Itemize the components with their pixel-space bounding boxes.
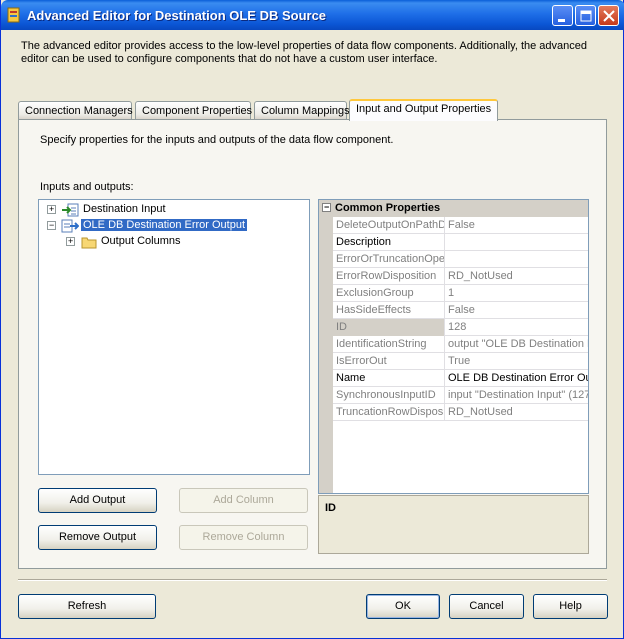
tree-item-destination-input[interactable]: + Destination Input — [39, 202, 309, 218]
property-row[interactable]: DeleteOutputOnPathDetached False — [319, 217, 588, 234]
tab-panel: Specify properties for the inputs and ou… — [18, 119, 607, 569]
expand-icon[interactable]: + — [47, 205, 56, 214]
property-value[interactable] — [446, 234, 588, 251]
footer-separator — [18, 579, 607, 581]
tab-connection-managers[interactable]: Connection Managers — [18, 101, 133, 120]
tab-input-output-properties[interactable]: Input and Output Properties — [349, 99, 498, 121]
property-row[interactable]: TruncationRowDisposition RD_NotUsed — [319, 404, 588, 421]
property-row[interactable]: ErrorOrTruncationOperation — [319, 251, 588, 268]
cancel-button[interactable]: Cancel — [449, 594, 524, 619]
remove-output-button[interactable]: Remove Output — [38, 525, 157, 550]
tree-item-label: OLE DB Destination Error Output — [81, 219, 248, 231]
property-row[interactable]: ExclusionGroup 1 — [319, 285, 588, 302]
folder-icon — [81, 237, 97, 249]
property-value[interactable] — [446, 251, 588, 268]
property-row[interactable]: IsErrorOut True — [319, 353, 588, 370]
property-gutter — [319, 319, 333, 336]
maximize-button[interactable] — [575, 5, 596, 26]
property-row[interactable]: ErrorRowDisposition RD_NotUsed — [319, 268, 588, 285]
property-name: DeleteOutputOnPathDetached — [333, 217, 445, 234]
property-gutter — [319, 302, 333, 319]
property-gutter — [319, 336, 333, 353]
refresh-button[interactable]: Refresh — [18, 594, 156, 619]
minimize-button[interactable] — [552, 5, 573, 26]
property-value[interactable]: False — [446, 302, 588, 319]
property-row[interactable]: IdentificationString output "OLE DB Dest… — [319, 336, 588, 353]
property-grid[interactable]: − Common Properties DeleteOutputOnPathDe… — [318, 199, 589, 494]
property-name: Name — [333, 370, 445, 387]
property-row-selected[interactable]: ID 128 — [319, 319, 588, 336]
property-description-title: ID — [325, 502, 336, 514]
property-name: IsErrorOut — [333, 353, 445, 370]
help-button[interactable]: Help — [533, 594, 608, 619]
ok-button[interactable]: OK — [366, 594, 440, 619]
property-value[interactable]: 1 — [446, 285, 588, 302]
remove-column-button[interactable]: Remove Column — [179, 525, 308, 550]
property-gutter — [319, 285, 333, 302]
output-icon — [61, 219, 79, 233]
property-name: ErrorOrTruncationOperation — [333, 251, 445, 268]
property-name: IdentificationString — [333, 336, 445, 353]
inputs-outputs-label: Inputs and outputs: — [40, 181, 134, 193]
maximize-icon — [580, 10, 592, 22]
tree-item-label: Destination Input — [83, 203, 166, 215]
close-icon — [603, 10, 615, 22]
collapse-icon[interactable]: − — [47, 221, 56, 230]
property-row[interactable]: HasSideEffects False — [319, 302, 588, 319]
tree-item-label: Output Columns — [101, 235, 181, 247]
tree-item-error-output[interactable]: − OLE DB Destination Error Output — [39, 218, 309, 234]
property-value[interactable]: RD_NotUsed — [446, 268, 588, 285]
minimize-icon — [558, 19, 565, 22]
expand-icon[interactable]: + — [66, 237, 75, 246]
inputs-outputs-tree[interactable]: + Destination Input − OLE DB Destination… — [38, 199, 310, 475]
property-value[interactable]: output "OLE DB Destination Error Output" — [446, 336, 588, 353]
close-button[interactable] — [598, 5, 619, 26]
property-gutter — [319, 404, 333, 421]
property-name: Description — [333, 234, 445, 251]
tab-component-properties[interactable]: Component Properties — [135, 101, 252, 120]
property-value[interactable]: input "Destination Input" (127) — [446, 387, 588, 404]
property-name: SynchronousInputID — [333, 387, 445, 404]
property-name: ExclusionGroup — [333, 285, 445, 302]
property-value[interactable]: OLE DB Destination Error Output — [446, 370, 588, 387]
advanced-editor-dialog: Advanced Editor for Destination OLE DB S… — [0, 0, 624, 639]
property-gutter — [319, 370, 333, 387]
property-row[interactable]: SynchronousInputID input "Destination In… — [319, 387, 588, 404]
input-icon — [62, 203, 79, 217]
property-category-header[interactable]: − Common Properties — [319, 200, 588, 217]
property-value[interactable]: 128 — [446, 319, 588, 336]
property-row[interactable]: Name OLE DB Destination Error Output — [319, 370, 588, 387]
collapse-icon[interactable]: − — [322, 202, 331, 212]
property-gutter — [319, 251, 333, 268]
title-bar[interactable]: Advanced Editor for Destination OLE DB S… — [1, 0, 624, 30]
property-name: TruncationRowDisposition — [333, 404, 445, 421]
window-title: Advanced Editor for Destination OLE DB S… — [27, 8, 327, 23]
dialog-description: The advanced editor provides access to t… — [21, 40, 588, 65]
property-name: ErrorRowDisposition — [333, 268, 445, 285]
ssis-component-icon — [7, 7, 20, 23]
add-output-button[interactable]: Add Output — [38, 488, 157, 513]
panel-description: Specify properties for the inputs and ou… — [40, 134, 394, 146]
property-row[interactable]: Description — [319, 234, 588, 251]
property-name: HasSideEffects — [333, 302, 445, 319]
property-gutter — [319, 268, 333, 285]
property-value[interactable]: RD_NotUsed — [446, 404, 588, 421]
property-value[interactable]: True — [446, 353, 588, 370]
tab-column-mappings[interactable]: Column Mappings — [254, 101, 350, 120]
property-gutter — [319, 234, 333, 251]
property-category-label: Common Properties — [335, 202, 441, 214]
property-name: ID — [333, 319, 445, 336]
add-column-button[interactable]: Add Column — [179, 488, 308, 513]
property-gutter — [319, 217, 333, 234]
property-description-pane: ID — [318, 495, 589, 554]
property-gutter — [319, 353, 333, 370]
property-value[interactable]: False — [446, 217, 588, 234]
tree-item-output-columns[interactable]: + Output Columns — [39, 234, 309, 250]
property-gutter — [319, 387, 333, 404]
